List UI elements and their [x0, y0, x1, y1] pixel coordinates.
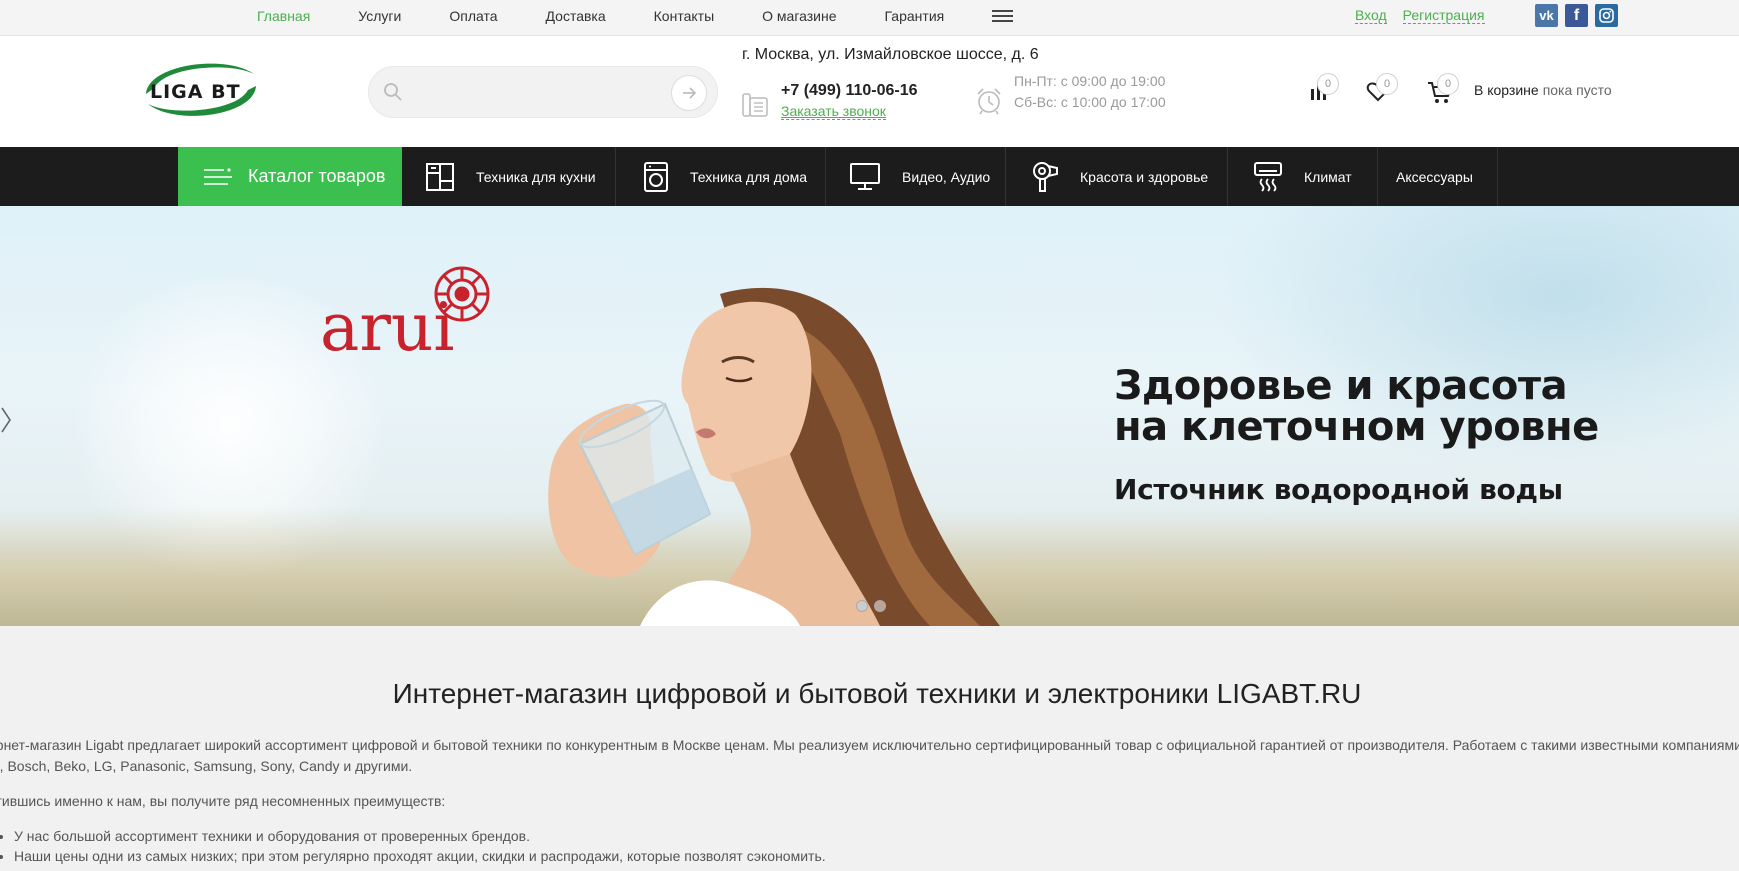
favorites-count: 0 — [1376, 73, 1398, 95]
cart-label: В корзине — [1474, 82, 1539, 98]
topnav-warranty[interactable]: Гарантия — [885, 8, 945, 24]
air-conditioner-icon — [1254, 161, 1282, 192]
list-item: Наши цены одни из самых низких; при этом… — [14, 848, 826, 864]
alarm-clock-icon — [977, 88, 1001, 115]
cat-accessories-label: Аксессуары — [1396, 168, 1473, 185]
advantages-list: У нас большой ассортимент техники и обор… — [14, 828, 826, 868]
cat-home-label: Техника для дома — [690, 168, 808, 185]
hours-weekdays: Пн-Пт: с 09:00 до 19:00 — [1014, 73, 1166, 89]
hero-clouds — [1150, 206, 1739, 506]
list-item: У нас большой ассортимент техники и обор… — [14, 828, 826, 844]
hours-weekend: Сб-Вс: с 10:00 до 17:00 — [1014, 94, 1166, 110]
search-input[interactable] — [413, 77, 643, 107]
kitchen-icon — [426, 162, 454, 191]
top-nav: Главная Услуги Оплата Доставка Контакты … — [257, 0, 1014, 32]
login-link[interactable]: Вход — [1355, 8, 1387, 24]
cat-beauty-health-label: Красота и здоровье — [1080, 168, 1209, 185]
svg-text:arui: arui — [320, 289, 455, 358]
cart-count: 0 — [1437, 73, 1459, 95]
cat-home[interactable]: Техника для дома — [616, 147, 826, 206]
register-link[interactable]: Регистрация — [1402, 8, 1485, 24]
washing-machine-icon — [644, 161, 668, 192]
intro-line-2: nt, Bosch, Beko, LG, Panasonic, Samsung,… — [0, 758, 413, 774]
instagram-icon[interactable] — [1595, 4, 1618, 27]
compare-count: 0 — [1317, 73, 1339, 95]
seo-content: Интернет-магазин цифровой и бытовой техн… — [0, 626, 1739, 871]
hero-slider[interactable]: arui Здоровье и красота на клеточном уро… — [0, 206, 1739, 626]
cat-beauty-health[interactable]: Красота и здоровье — [1006, 147, 1228, 206]
phone-number[interactable]: +7 (499) 110-06-16 — [781, 82, 918, 100]
intro-line-1: ернет-магазин Ligabt предлагает широкий … — [0, 737, 1739, 753]
menu-lines-icon — [204, 167, 232, 185]
hair-dryer-icon — [1033, 161, 1058, 192]
category-nav: Каталог товаров Техника для кухни Техник… — [0, 147, 1739, 206]
facebook-icon[interactable]: f — [1565, 4, 1588, 27]
monitor-icon — [850, 162, 880, 190]
cat-video-audio-label: Видео, Аудио — [902, 168, 991, 185]
svg-text:LIGA BT: LIGA BT — [150, 81, 241, 103]
catalog-label: Каталог товаров — [248, 166, 386, 186]
arrow-right-icon — [683, 87, 697, 99]
topnav-home[interactable]: Главная — [257, 8, 310, 24]
cat-kitchen-label: Техника для кухни — [476, 168, 596, 185]
callback-link[interactable]: Заказать звонок — [781, 104, 886, 120]
topnav-services[interactable]: Услуги — [358, 8, 401, 24]
cat-video-audio[interactable]: Видео, Аудио — [826, 147, 1006, 206]
topnav-delivery[interactable]: Доставка — [546, 8, 606, 24]
catalog-button[interactable]: Каталог товаров — [178, 147, 402, 206]
hero-subtitle: Источник водородной воды — [1114, 473, 1563, 506]
logo[interactable]: LIGA BT — [136, 56, 266, 122]
search-icon — [384, 83, 402, 101]
topnav-contacts[interactable]: Контакты — [654, 8, 714, 24]
cart-status: пока пусто — [1542, 82, 1612, 98]
social-links: vk f — [1535, 4, 1618, 27]
phone-icon — [742, 93, 768, 117]
store-address: г. Москва, ул. Измайловское шоссе, д. 6 — [742, 46, 1039, 63]
top-bar: Главная Услуги Оплата Доставка Контакты … — [0, 0, 1739, 36]
header: LIGA BT г. Москва, ул. Измайловское шосс… — [0, 36, 1739, 147]
advantages-intro: атившись именно к нам, вы получите ряд н… — [0, 793, 446, 809]
cat-accessories[interactable]: Аксессуары — [1378, 147, 1498, 206]
cat-climate[interactable]: Климат — [1228, 147, 1378, 206]
hero-title: Здоровье и красота на клеточном уровне — [1114, 363, 1599, 450]
hero-woman-drinking-water — [460, 284, 1020, 626]
hamburger-icon[interactable] — [992, 10, 1014, 22]
auth-links: Вход Регистрация — [1355, 0, 1485, 32]
slider-dots — [856, 600, 886, 612]
topnav-about[interactable]: О магазине — [762, 8, 836, 24]
search-submit-button[interactable] — [671, 75, 707, 111]
page-heading: Интернет-магазин цифровой и бытовой техн… — [392, 678, 1362, 709]
topnav-payment[interactable]: Оплата — [449, 8, 497, 24]
slider-prev-arrow-icon[interactable] — [0, 406, 12, 434]
search-box — [368, 66, 718, 118]
cat-climate-label: Климат — [1304, 168, 1352, 185]
cart-summary: В корзине пока пусто — [1474, 82, 1612, 98]
slider-dot[interactable] — [856, 600, 868, 612]
cat-kitchen[interactable]: Техника для кухни — [402, 147, 616, 206]
vk-icon[interactable]: vk — [1535, 4, 1558, 27]
working-hours: Пн-Пт: с 09:00 до 19:00 Сб-Вс: с 10:00 д… — [1014, 71, 1166, 113]
slider-dot[interactable] — [874, 600, 886, 612]
